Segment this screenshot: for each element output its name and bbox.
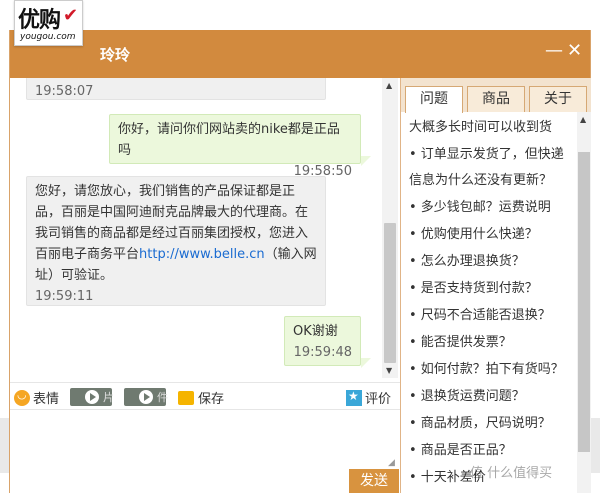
resize-grip-icon[interactable]: ◢ [388, 458, 395, 468]
save-button[interactable]: 保存 [178, 388, 224, 407]
faq-item[interactable]: • 订单显示发货了，但快递 [409, 143, 564, 162]
star-icon [346, 389, 362, 406]
faq-item[interactable]: • 优购使用什么快递？ [409, 223, 538, 242]
logo-text: 优购 [18, 7, 61, 33]
message-bubble: 19:58:07 [26, 78, 326, 100]
faq-item[interactable]: • 退换货运费问题？ [409, 385, 525, 404]
title-bar: 玲玲 — ✕ [10, 30, 590, 78]
faq-item[interactable]: • 是否支持货到付款？ [409, 277, 538, 296]
chat-window: 玲玲 — ✕ 19:58:07 你好，请问你们网站卖的nike都是正品吗 19:… [9, 30, 591, 493]
logo-subtext: yougou.com [20, 32, 76, 42]
faq-item[interactable]: • 如何付款？拍下有货吗？ [409, 358, 564, 377]
save-label: 保存 [198, 392, 225, 407]
message-text: 你好，请问你们网站卖的nike都是正品吗 [118, 122, 340, 158]
check-icon: ✔ [63, 5, 79, 26]
message-input[interactable] [10, 411, 400, 471]
send-image-button[interactable]: 片 [70, 388, 114, 406]
message-bubble: OK谢谢 19:59:48 [284, 316, 361, 366]
scroll-down-icon[interactable]: ▼ [386, 366, 392, 375]
smile-icon [14, 388, 30, 406]
message-bubble: 你好，请问你们网站卖的nike都是正品吗 19:58:50 [109, 114, 361, 179]
message-line: 我司销售的商品都是经过百丽集团授权，您进入 [35, 226, 309, 241]
chat-toolbar: 表情 片 件 保存 评价 [10, 382, 400, 410]
minimize-button[interactable]: — [545, 40, 563, 61]
message-line: 百丽电子商务平台http://www.belle.cn（输入网 [35, 244, 317, 265]
chat-scrollbar[interactable]: ▲ ▼ [382, 78, 398, 378]
message-line: 品，百丽是中国阿迪耐克品牌最大的代理商。在 [35, 205, 309, 220]
scroll-thumb[interactable] [578, 152, 590, 452]
background-strip-left [0, 418, 9, 473]
scroll-up-icon[interactable]: ▲ [580, 115, 586, 124]
faq-list: 大概多长时间可以收到货 • 订单显示发货了，但快递 信息为什么还没有更新？ • … [401, 112, 575, 493]
file-suffix: 件 [157, 391, 168, 404]
save-icon [178, 390, 194, 405]
tab-questions[interactable]: 问题 [405, 86, 463, 113]
image-icon: 片 [70, 388, 114, 406]
faq-item[interactable]: • 商品材质，尺码说明？ [409, 412, 551, 431]
message-line-text: 百丽电子商务平台 [35, 247, 140, 262]
send-button[interactable]: 发送 [349, 469, 399, 493]
window-title: 玲玲 [100, 46, 131, 64]
faq-item[interactable]: • 能否提供发票？ [409, 331, 512, 350]
scroll-up-icon[interactable]: ▲ [386, 81, 392, 90]
faq-item[interactable]: 大概多长时间可以收到货 [409, 116, 552, 135]
message-time: 19:59:11 [35, 289, 94, 304]
belle-link[interactable]: http://www.belle.cn [139, 247, 265, 262]
scroll-thumb[interactable] [384, 223, 396, 363]
message-time: 19:58:07 [35, 84, 94, 99]
faq-item[interactable]: • 怎么办理退换货？ [409, 250, 525, 269]
close-button[interactable]: ✕ [567, 40, 582, 61]
file-icon: 件 [124, 388, 168, 406]
message-line-text: （输入网 [264, 247, 317, 262]
side-panel: 问题 商品 关于 大概多长时间可以收到货 • 订单显示发货了，但快递 信息为什么… [400, 78, 591, 493]
rate-label: 评价 [365, 392, 392, 407]
bubble-tail [361, 358, 371, 368]
yougou-logo: 优购 ✔ yougou.com [14, 0, 83, 46]
faq-item[interactable]: 信息为什么还没有更新？ [409, 169, 552, 188]
faq-item[interactable]: • 多少钱包邮？运费说明 [409, 196, 551, 215]
message-line: 您好，请您放心，我们销售的产品保证都是正 [35, 184, 296, 199]
emoji-button[interactable]: 表情 [14, 388, 59, 407]
emoji-label: 表情 [33, 392, 60, 407]
faq-item[interactable]: • 尺码不合适能否退换？ [409, 304, 551, 323]
watermark: 值 什么值得买 [470, 466, 553, 481]
chat-history: 19:58:07 你好，请问你们网站卖的nike都是正品吗 19:58:50 您… [10, 78, 382, 378]
background-strip-right [591, 418, 600, 473]
message-time: 19:59:48 [293, 345, 352, 360]
message-text: OK谢谢 [293, 324, 338, 339]
tab-about[interactable]: 关于 [529, 86, 587, 112]
bubble-tail [361, 156, 371, 166]
rate-button[interactable]: 评价 [346, 388, 391, 407]
message-bubble: 您好，请您放心，我们销售的产品保证都是正 品，百丽是中国阿迪耐克品牌最大的代理商… [26, 176, 326, 306]
faq-scrollbar[interactable]: ▲ [577, 112, 591, 493]
faq-item[interactable]: • 商品是否正品？ [409, 439, 512, 458]
image-suffix: 片 [103, 391, 114, 404]
side-tabs: 问题 商品 关于 [401, 78, 591, 113]
message-line: 址）可验证。 [35, 268, 114, 283]
tab-products[interactable]: 商品 [467, 86, 525, 112]
send-file-button[interactable]: 件 [124, 388, 168, 406]
